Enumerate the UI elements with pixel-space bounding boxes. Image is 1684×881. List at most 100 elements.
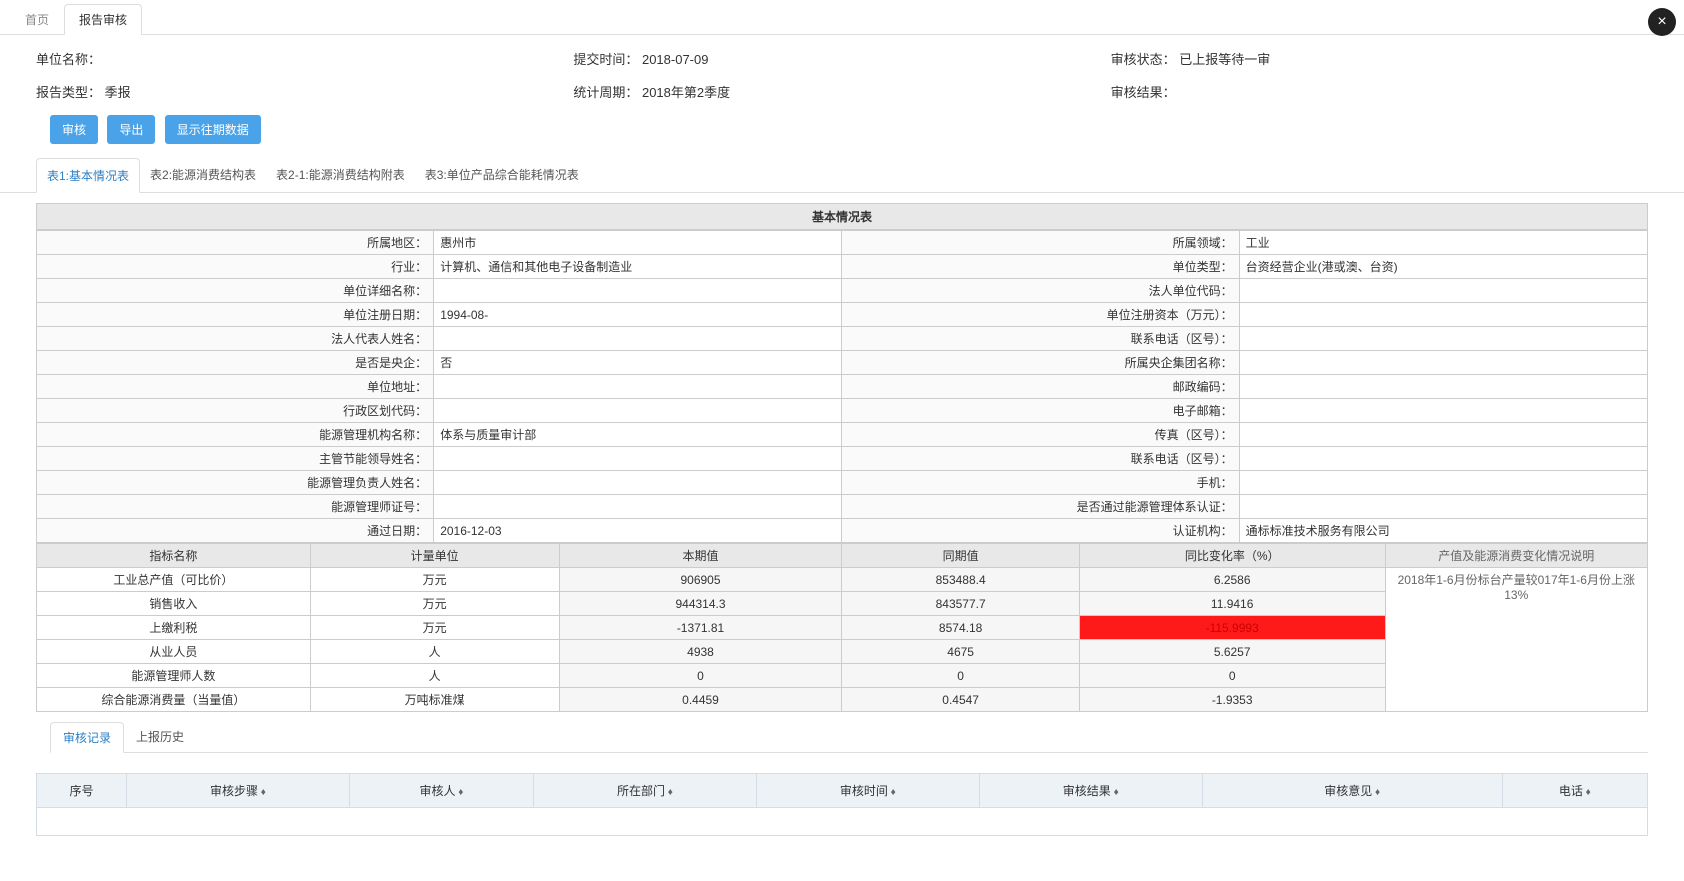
tab-table2-1[interactable]: 表2-1:能源消费结构附表 xyxy=(266,158,415,192)
kv-value-left xyxy=(434,471,842,495)
kv-label-right: 电子邮箱： xyxy=(842,399,1239,423)
submit-time-label: 提交时间： xyxy=(573,52,638,67)
kv-label-right: 手机： xyxy=(842,471,1239,495)
ind-name: 从业人员 xyxy=(37,640,311,664)
kv-label-right: 法人单位代码： xyxy=(842,279,1239,303)
kv-row: 能源管理机构名称：体系与质量审计部传真（区号）： xyxy=(37,423,1648,447)
kv-label-right: 联系电话（区号）： xyxy=(842,327,1239,351)
kv-value-left xyxy=(434,447,842,471)
kv-label-left: 单位地址： xyxy=(37,375,434,399)
ind-prev: 8574.18 xyxy=(842,616,1079,640)
ind-current: -1371.81 xyxy=(559,616,842,640)
kv-label-left: 能源管理师证号： xyxy=(37,495,434,519)
th-current: 本期值 xyxy=(559,544,842,568)
kv-row: 单位地址： 邮政编码： xyxy=(37,375,1648,399)
ind-current: 944314.3 xyxy=(559,592,842,616)
audit-empty-row xyxy=(37,808,1648,836)
kv-value-right xyxy=(1239,375,1647,399)
audit-records-table: 序号 审核步骤 审核人 所在部门 审核时间 审核结果 审核意见 电话 xyxy=(36,773,1648,836)
kv-value-left: 1994-08- xyxy=(434,303,842,327)
kv-label-right: 联系电话（区号）： xyxy=(842,447,1239,471)
sub-tabs: 表1:基本情况表 表2:能源消费结构表 表2-1:能源消费结构附表 表3:单位产… xyxy=(0,158,1684,193)
ind-unit: 万元 xyxy=(310,616,559,640)
kv-label-left: 能源管理负责人姓名： xyxy=(37,471,434,495)
kv-value-right xyxy=(1239,303,1647,327)
ind-name: 综合能源消费量（当量值） xyxy=(37,688,311,712)
ind-unit: 万元 xyxy=(310,592,559,616)
tab-table1[interactable]: 表1:基本情况表 xyxy=(36,158,140,193)
th-opinion[interactable]: 审核意见 xyxy=(1202,774,1502,808)
tab-table3[interactable]: 表3:单位产品综合能耗情况表 xyxy=(415,158,589,192)
kv-row: 行业：计算机、通信和其他电子设备制造业单位类型：台资经营企业(港或澳、台资) xyxy=(37,255,1648,279)
kv-row: 能源管理负责人姓名： 手机： xyxy=(37,471,1648,495)
kv-label-left: 单位详细名称： xyxy=(37,279,434,303)
kv-value-left xyxy=(434,495,842,519)
kv-label-right: 所属领域： xyxy=(842,231,1239,255)
kv-row: 主管节能领导姓名： 联系电话（区号）： xyxy=(37,447,1648,471)
ind-name: 上缴利税 xyxy=(37,616,311,640)
bottom-tabs: 审核记录 上报历史 xyxy=(50,722,1648,753)
ind-change: 11.9416 xyxy=(1079,592,1385,616)
th-note: 产值及能源消费变化情况说明 xyxy=(1385,544,1647,568)
close-icon[interactable]: × xyxy=(1648,8,1676,36)
th-indicator-name: 指标名称 xyxy=(37,544,311,568)
kv-label-right: 邮政编码： xyxy=(842,375,1239,399)
kv-label-right: 认证机构： xyxy=(842,519,1239,543)
th-change: 同比变化率（%） xyxy=(1079,544,1385,568)
ind-prev: 4675 xyxy=(842,640,1079,664)
kv-label-left: 行业： xyxy=(37,255,434,279)
kv-value-right: 工业 xyxy=(1239,231,1647,255)
th-person[interactable]: 审核人 xyxy=(349,774,533,808)
tab-home[interactable]: 首页 xyxy=(10,4,64,34)
kv-label-left: 主管节能领导姓名： xyxy=(37,447,434,471)
ind-name: 工业总产值（可比价） xyxy=(37,568,311,592)
submit-time-value: 2018-07-09 xyxy=(642,52,709,67)
tab-report-audit[interactable]: 报告审核 xyxy=(64,4,142,35)
kv-value-left xyxy=(434,399,842,423)
audit-status-label: 审核状态： xyxy=(1111,52,1176,67)
th-time[interactable]: 审核时间 xyxy=(756,774,979,808)
th-phone[interactable]: 电话 xyxy=(1502,774,1647,808)
th-result[interactable]: 审核结果 xyxy=(979,774,1202,808)
ind-change: 0 xyxy=(1079,664,1385,688)
export-button[interactable]: 导出 xyxy=(107,115,155,144)
header-audit-status: 审核状态： 已上报等待一审 xyxy=(1111,49,1648,68)
kv-value-right: 台资经营企业(港或澳、台资) xyxy=(1239,255,1647,279)
tab-audit-records[interactable]: 审核记录 xyxy=(50,722,124,753)
kv-value-right: 通标标准技术服务有限公司 xyxy=(1239,519,1647,543)
th-seq[interactable]: 序号 xyxy=(37,774,127,808)
kv-row: 行政区划代码：电子邮箱： xyxy=(37,399,1648,423)
stat-period-label: 统计周期： xyxy=(573,85,638,100)
ind-current: 0 xyxy=(559,664,842,688)
ind-current: 906905 xyxy=(559,568,842,592)
panel-title: 基本情况表 xyxy=(36,203,1648,230)
kv-label-left: 是否是央企： xyxy=(37,351,434,375)
kv-label-right: 单位类型： xyxy=(842,255,1239,279)
kv-row: 是否是央企：否所属央企集团名称： xyxy=(37,351,1648,375)
header-stat-period: 统计周期： 2018年第2季度 xyxy=(573,82,1110,101)
kv-value-left: 否 xyxy=(434,351,842,375)
th-unit: 计量单位 xyxy=(310,544,559,568)
ind-prev: 843577.7 xyxy=(842,592,1079,616)
kv-label-left: 单位注册日期： xyxy=(37,303,434,327)
audit-button[interactable]: 审核 xyxy=(50,115,98,144)
kv-value-left: 计算机、通信和其他电子设备制造业 xyxy=(434,255,842,279)
kv-label-right: 单位注册资本（万元）： xyxy=(842,303,1239,327)
header-unit-name: 单位名称： xyxy=(36,49,573,68)
tab-table2[interactable]: 表2:能源消费结构表 xyxy=(140,158,266,192)
ind-current: 0.4459 xyxy=(559,688,842,712)
basic-info-table: 所属地区：惠州市所属领域：工业行业：计算机、通信和其他电子设备制造业单位类型：台… xyxy=(36,230,1648,543)
ind-current: 4938 xyxy=(559,640,842,664)
th-step[interactable]: 审核步骤 xyxy=(127,774,350,808)
ind-unit: 人 xyxy=(310,640,559,664)
th-dept[interactable]: 所在部门 xyxy=(533,774,756,808)
kv-value-right xyxy=(1239,351,1647,375)
top-tabs: 首页 报告审核 xyxy=(0,0,1684,35)
ind-change: 5.6257 xyxy=(1079,640,1385,664)
kv-value-right xyxy=(1239,327,1647,351)
show-history-button[interactable]: 显示往期数据 xyxy=(165,115,261,144)
audit-status-value: 已上报等待一审 xyxy=(1179,52,1270,67)
header-info: 单位名称： 提交时间： 2018-07-09 审核状态： 已上报等待一审 报告类… xyxy=(0,35,1684,105)
tab-report-history[interactable]: 上报历史 xyxy=(124,722,196,752)
ind-name: 销售收入 xyxy=(37,592,311,616)
